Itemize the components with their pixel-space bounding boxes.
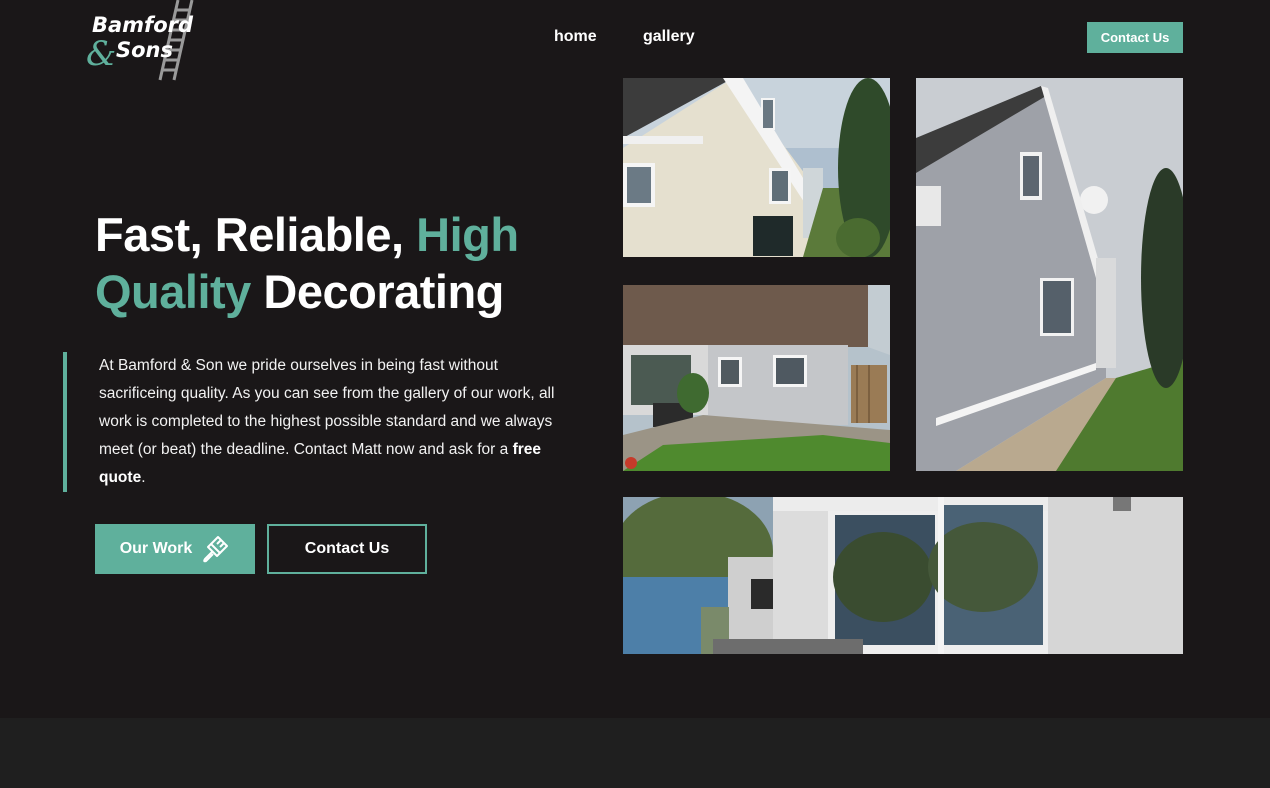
intro-text: At Bamford & Son we pride ourselves in b… (99, 357, 555, 458)
hero-headline: Fast, Reliable, High Quality Decorating (95, 206, 575, 320)
quote-accent-bar (63, 352, 67, 492)
headline-accent-1: High (416, 208, 519, 261)
logo[interactable]: Bamford & Sons (86, 0, 206, 82)
paintbrush-icon (203, 536, 229, 563)
page: Bamford & Sons home gallery Contact Us F… (0, 0, 1270, 788)
header-contact-button[interactable]: Contact Us (1087, 22, 1183, 53)
nav-home-link[interactable]: home (554, 28, 597, 46)
gallery-photo-house-side[interactable] (623, 78, 890, 257)
logo-ampersand: & (86, 34, 117, 74)
our-work-button[interactable]: Our Work (95, 524, 255, 574)
nav-gallery-link[interactable]: gallery (643, 28, 695, 46)
headline-accent-2: Quality (95, 265, 251, 318)
headline-text-2: Decorating (250, 265, 504, 318)
intro-end: . (141, 469, 146, 486)
gallery-photo-garden-view[interactable] (623, 285, 890, 471)
footer-band (0, 718, 1270, 788)
gallery-photo-gable-wall[interactable] (916, 78, 1183, 471)
hero-intro: At Bamford & Son we pride ourselves in b… (99, 352, 579, 492)
hero-contact-button[interactable]: Contact Us (267, 524, 427, 574)
headline-text-1: Fast, Reliable, (95, 208, 417, 261)
hero-section: Bamford & Sons home gallery Contact Us F… (0, 0, 1270, 718)
gallery-photo-patio-doors[interactable] (623, 497, 1183, 654)
our-work-label: Our Work (119, 540, 193, 557)
logo-sons: Sons (116, 38, 174, 62)
